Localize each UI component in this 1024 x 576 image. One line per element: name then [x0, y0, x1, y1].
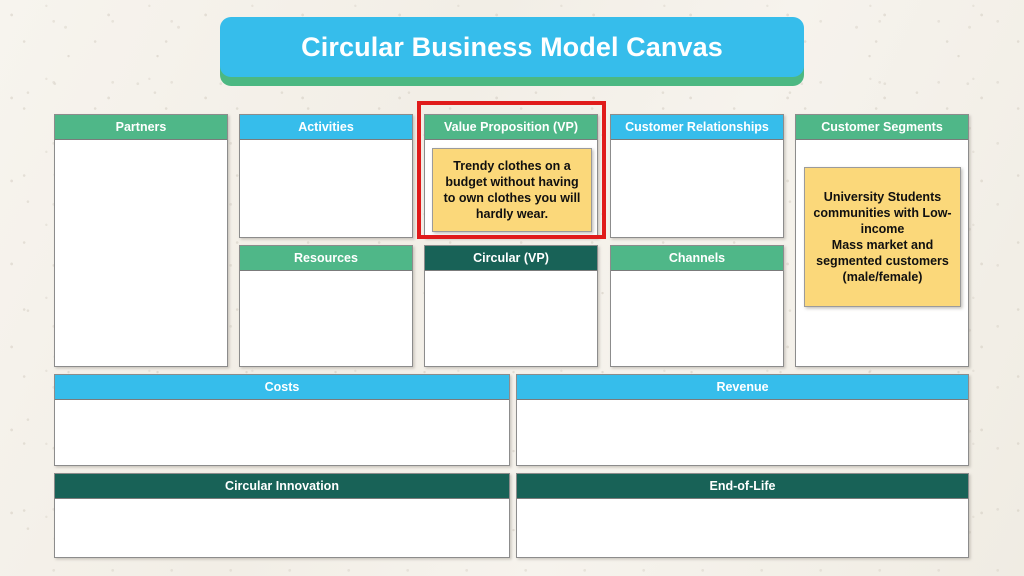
cell-revenue[interactable]: Revenue: [516, 374, 969, 466]
cell-revenue-header: Revenue: [517, 375, 968, 400]
cell-costs-title: Costs: [264, 380, 300, 394]
cell-partners[interactable]: Partners: [54, 114, 228, 367]
cell-circular-innovation-body[interactable]: [55, 499, 509, 557]
cell-customer-segments-body[interactable]: University Students communities with Low…: [796, 140, 968, 366]
cell-channels[interactable]: Channels: [610, 245, 784, 367]
cell-costs-header: Costs: [55, 375, 509, 400]
cell-end-of-life-header: End-of-Life: [517, 474, 968, 499]
cell-circular-vp-header: Circular (VP): [425, 246, 597, 271]
cell-customer-segments-title: Customer Segments: [821, 120, 943, 134]
cell-end-of-life[interactable]: End-of-Life: [516, 473, 969, 558]
cell-end-of-life-title: End-of-Life: [709, 479, 776, 493]
cell-value-proposition-header: Value Proposition (VP): [425, 115, 597, 140]
cell-partners-body[interactable]: [55, 140, 227, 366]
cell-activities-body[interactable]: [240, 140, 412, 237]
cell-channels-title: Channels: [668, 251, 726, 265]
cell-costs-body[interactable]: [55, 400, 509, 465]
cell-value-proposition-title: Value Proposition (VP): [443, 120, 579, 134]
banner-cyan-strip: Circular Business Model Canvas: [220, 17, 804, 77]
note-value-proposition[interactable]: Trendy clothes on a budget without havin…: [432, 148, 592, 232]
cell-circular-innovation[interactable]: Circular Innovation: [54, 473, 510, 558]
cell-circular-innovation-header: Circular Innovation: [55, 474, 509, 499]
cell-channels-header: Channels: [611, 246, 783, 271]
cell-circular-vp-body[interactable]: [425, 271, 597, 366]
cell-resources-title: Resources: [294, 251, 358, 265]
cell-partners-header: Partners: [55, 115, 227, 140]
cell-costs[interactable]: Costs: [54, 374, 510, 466]
cell-activities[interactable]: Activities: [239, 114, 413, 238]
cell-resources-header: Resources: [240, 246, 412, 271]
cell-value-proposition[interactable]: Value Proposition (VP) Trendy clothes on…: [424, 114, 598, 238]
cell-revenue-title: Revenue: [716, 380, 769, 394]
cell-value-proposition-body[interactable]: Trendy clothes on a budget without havin…: [425, 140, 597, 237]
cell-customer-segments[interactable]: Customer Segments University Students co…: [795, 114, 969, 367]
cell-revenue-body[interactable]: [517, 400, 968, 465]
circular-business-model-canvas: Circular Business Model Canvas Partners …: [0, 0, 1024, 576]
cell-customer-segments-header: Customer Segments: [796, 115, 968, 140]
canvas-title-banner: Circular Business Model Canvas: [220, 17, 804, 86]
note-customer-segments[interactable]: University Students communities with Low…: [804, 167, 961, 307]
cell-circular-vp-title: Circular (VP): [473, 251, 549, 265]
cell-activities-header: Activities: [240, 115, 412, 140]
cell-circular-innovation-title: Circular Innovation: [225, 479, 339, 493]
cell-activities-title: Activities: [298, 120, 354, 134]
cell-customer-relationships-body[interactable]: [611, 140, 783, 237]
cell-circular-vp[interactable]: Circular (VP): [424, 245, 598, 367]
cell-customer-relationships[interactable]: Customer Relationships: [610, 114, 784, 238]
cell-end-of-life-body[interactable]: [517, 499, 968, 557]
cell-customer-relationships-header: Customer Relationships: [611, 115, 783, 140]
cell-resources[interactable]: Resources: [239, 245, 413, 367]
cell-customer-relationships-title: Customer Relationships: [625, 120, 769, 134]
cell-resources-body[interactable]: [240, 271, 412, 366]
cell-partners-title: Partners: [115, 120, 167, 134]
page-title: Circular Business Model Canvas: [301, 31, 723, 62]
cell-channels-body[interactable]: [611, 271, 783, 366]
